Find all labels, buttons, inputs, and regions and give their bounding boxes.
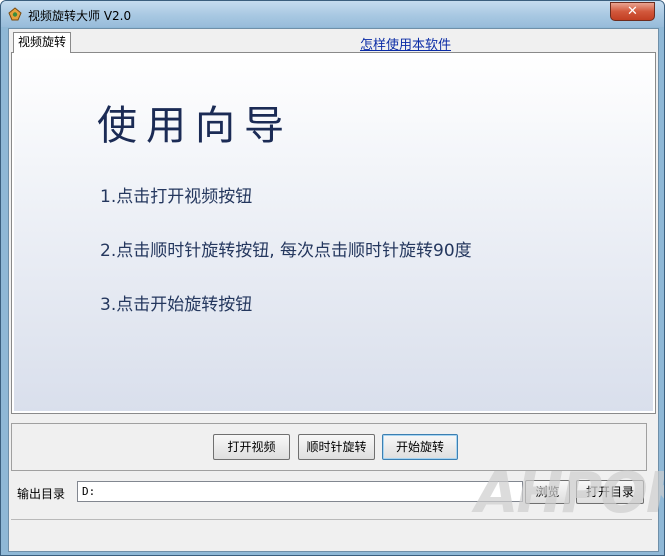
app-icon (8, 7, 22, 21)
usage-guide-panel: 使用向导 1.点击打开视频按钮 2.点击顺时针旋转按钮, 每次点击顺时针旋转90… (14, 55, 653, 411)
close-button[interactable]: ✕ (610, 2, 655, 21)
rotate-clockwise-button[interactable]: 顺时针旋转 (298, 434, 375, 460)
watermark-text: AHPOK (475, 461, 664, 526)
guide-step-1: 1.点击打开视频按钮 (100, 187, 253, 207)
app-window: 视频旋转大师 V2.0 ✕ 视频旋转 怎样使用本软件 使用向导 1.点击打开视频… (0, 0, 665, 556)
help-link[interactable]: 怎样使用本软件 (360, 34, 451, 53)
guide-step-3: 3.点击开始旋转按钮 (100, 295, 253, 315)
tab-strip: 视频旋转 怎样使用本软件 (9, 29, 658, 53)
open-video-button[interactable]: 打开视频 (213, 434, 290, 460)
title-bar[interactable]: 视频旋转大师 V2.0 ✕ (1, 1, 664, 27)
start-rotate-button[interactable]: 开始旋转 (382, 434, 458, 460)
tab-video-rotate[interactable]: 视频旋转 (13, 32, 71, 53)
window-title: 视频旋转大师 V2.0 (28, 9, 132, 23)
output-dir-label: 输出目录 (17, 487, 66, 501)
tab-panel: 使用向导 1.点击打开视频按钮 2.点击顺时针旋转按钮, 每次点击顺时针旋转90… (11, 52, 656, 414)
guide-title: 使用向导 (97, 103, 293, 149)
close-icon: ✕ (627, 4, 638, 19)
output-dir-input[interactable]: D: (77, 481, 523, 502)
guide-step-2: 2.点击顺时针旋转按钮, 每次点击顺时针旋转90度 (100, 241, 472, 261)
